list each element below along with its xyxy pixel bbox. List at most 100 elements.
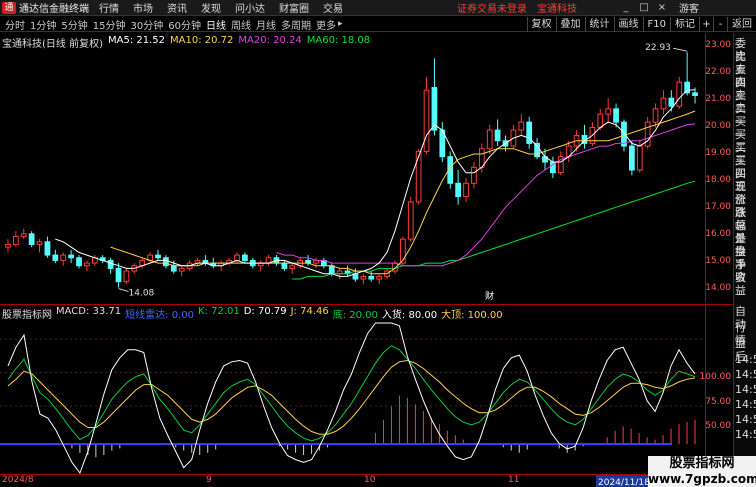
period-more[interactable]: 更多 <box>316 17 336 32</box>
candle-up <box>636 145 643 171</box>
date-label: 10 <box>364 475 376 485</box>
sidebar-item[interactable]: 收益 <box>735 271 756 297</box>
back-button[interactable]: 返回 <box>727 16 756 32</box>
candle-up <box>234 254 240 261</box>
candle-down <box>170 265 177 272</box>
candle-down <box>107 259 114 269</box>
macd-label: MACD: 33.71 <box>56 306 122 317</box>
period-intraday[interactable]: 分时 <box>5 17 25 32</box>
candle-up <box>415 150 422 203</box>
sidebar-time: 14:5 <box>735 413 756 426</box>
menu-item-ask[interactable]: 问小达 <box>235 0 265 15</box>
price-tick: 18.00 <box>705 175 731 185</box>
menu-item-news[interactable]: 资讯 <box>167 0 187 15</box>
tool-f10[interactable]: F10 <box>642 16 670 32</box>
close-icon[interactable]: × <box>653 2 671 13</box>
j-label: J: 74.46 <box>290 306 329 317</box>
candle-up <box>486 129 493 150</box>
indicator-panel[interactable]: 股票指标网 MACD: 33.71 短线雷达: 0.00 K: 72.01 D:… <box>0 304 733 475</box>
login-alert[interactable]: 证券交易未登录 <box>457 0 527 15</box>
stock-title: 宝通科技(日线 前复权) <box>2 39 103 50</box>
candle-down <box>613 108 619 123</box>
radar-label: 短线雷达: 0.00 <box>125 310 194 321</box>
indicator-tick: 75.00 <box>705 397 731 407</box>
candle-down <box>44 241 51 256</box>
candle-up <box>123 270 130 283</box>
candle-up <box>36 241 43 245</box>
menu-item-trade[interactable]: 交易 <box>323 0 343 15</box>
j-line <box>7 322 696 475</box>
date-label: 11 <box>508 475 520 485</box>
zoom-in-button[interactable]: + <box>699 16 713 32</box>
period-15min[interactable]: 15分钟 <box>93 17 126 32</box>
candle-up <box>463 182 469 198</box>
period-multi[interactable]: 多周期 <box>281 17 311 32</box>
indicator-title[interactable]: 股票指标网 <box>2 306 52 321</box>
candle-down <box>281 262 288 269</box>
period-daily[interactable]: 日线 <box>206 17 226 32</box>
candle-up <box>423 89 430 152</box>
d-label: D: 70.79 <box>243 306 287 317</box>
candle-up <box>644 121 651 147</box>
candle-down <box>155 254 161 259</box>
tool-adjust[interactable]: 复权 <box>526 16 556 32</box>
low-marker-line <box>118 288 129 293</box>
candle-up <box>605 108 612 115</box>
app-title: 通达信金融终端 <box>19 4 89 15</box>
low-price-label: 14.08 <box>129 289 155 299</box>
period-weekly[interactable]: 周线 <box>231 17 251 32</box>
candle-down <box>692 92 698 97</box>
period-5min[interactable]: 5分钟 <box>61 17 87 32</box>
tool-mark[interactable]: 标记 <box>670 16 699 32</box>
menu-item-market[interactable]: 市场 <box>133 0 153 15</box>
period-monthly[interactable]: 月线 <box>256 17 276 32</box>
menu-item-discover[interactable]: 发现 <box>201 0 221 15</box>
chevron-right-icon[interactable]: ▸ <box>338 19 343 29</box>
tool-stats[interactable]: 统计 <box>584 16 614 32</box>
indicator-tick: 50.00 <box>705 421 731 431</box>
indicator-chart[interactable] <box>0 305 705 475</box>
price-tick: 23.00 <box>705 40 731 50</box>
candle-down <box>368 275 375 280</box>
price-tick: 21.00 <box>705 94 731 104</box>
candle-down <box>431 87 438 131</box>
quote-sidebar[interactable]: 委比 卖五 卖四 卖三 卖二 卖一 买一 买二 买三 买四 买五 现价 涨跌 涨… <box>733 33 756 487</box>
price-axis: 23.00 22.00 21.00 20.00 19.00 18.00 17.0… <box>705 33 733 303</box>
price-tick: 19.00 <box>705 148 731 158</box>
candle-up <box>376 275 383 280</box>
period-30min[interactable]: 30分钟 <box>130 17 163 32</box>
candle-down <box>455 182 461 198</box>
candle-up <box>5 243 11 248</box>
kline-panel[interactable]: 22.93 14.08 财 宝通科技(日线 前复权) MA5: 21.52 MA10… <box>0 33 733 303</box>
candle-up <box>12 235 19 245</box>
period-60min[interactable]: 60分钟 <box>168 17 201 32</box>
candle-up <box>471 166 477 184</box>
buy-label: 入货: 80.00 <box>381 310 438 321</box>
guest-label[interactable]: 游客 <box>679 0 699 15</box>
indicator-axis: 100.00 75.00 50.00 <box>700 304 733 474</box>
period-1min[interactable]: 1分钟 <box>30 17 56 32</box>
menu-item-wealth[interactable]: 财富圈 <box>279 0 309 15</box>
candle-up <box>20 233 27 237</box>
kline-chart[interactable]: 22.93 14.08 财 <box>0 33 705 303</box>
candle-up <box>60 254 67 261</box>
candle-up <box>289 265 296 269</box>
candle-up <box>660 97 667 110</box>
zoom-out-button[interactable]: - <box>713 16 727 32</box>
watermark-url: www.7gpzb.com <box>648 472 756 486</box>
ma60-label: MA60: 18.08 <box>306 35 371 46</box>
app-logo-icon: 通 <box>2 1 16 14</box>
tool-draw[interactable]: 画线 <box>613 16 643 32</box>
minimize-icon[interactable]: _ <box>617 2 635 13</box>
price-tick: 16.00 <box>705 229 731 239</box>
date-axis: 2024/8 9 10 11 2024/11/18/一 <box>0 474 733 487</box>
indicator-tick: 100.00 <box>699 372 732 382</box>
candle-down <box>115 267 122 283</box>
tool-overlay[interactable]: 叠加 <box>555 16 585 32</box>
watermark-title: 股票指标网 <box>669 456 735 471</box>
candle-up <box>518 121 525 131</box>
maximize-icon[interactable]: □ <box>635 2 653 13</box>
indicator-legend: 股票指标网 MACD: 33.71 短线雷达: 0.00 K: 72.01 D:… <box>2 306 503 321</box>
k-line <box>7 345 696 442</box>
menu-item-quotes[interactable]: 行情 <box>99 0 119 15</box>
